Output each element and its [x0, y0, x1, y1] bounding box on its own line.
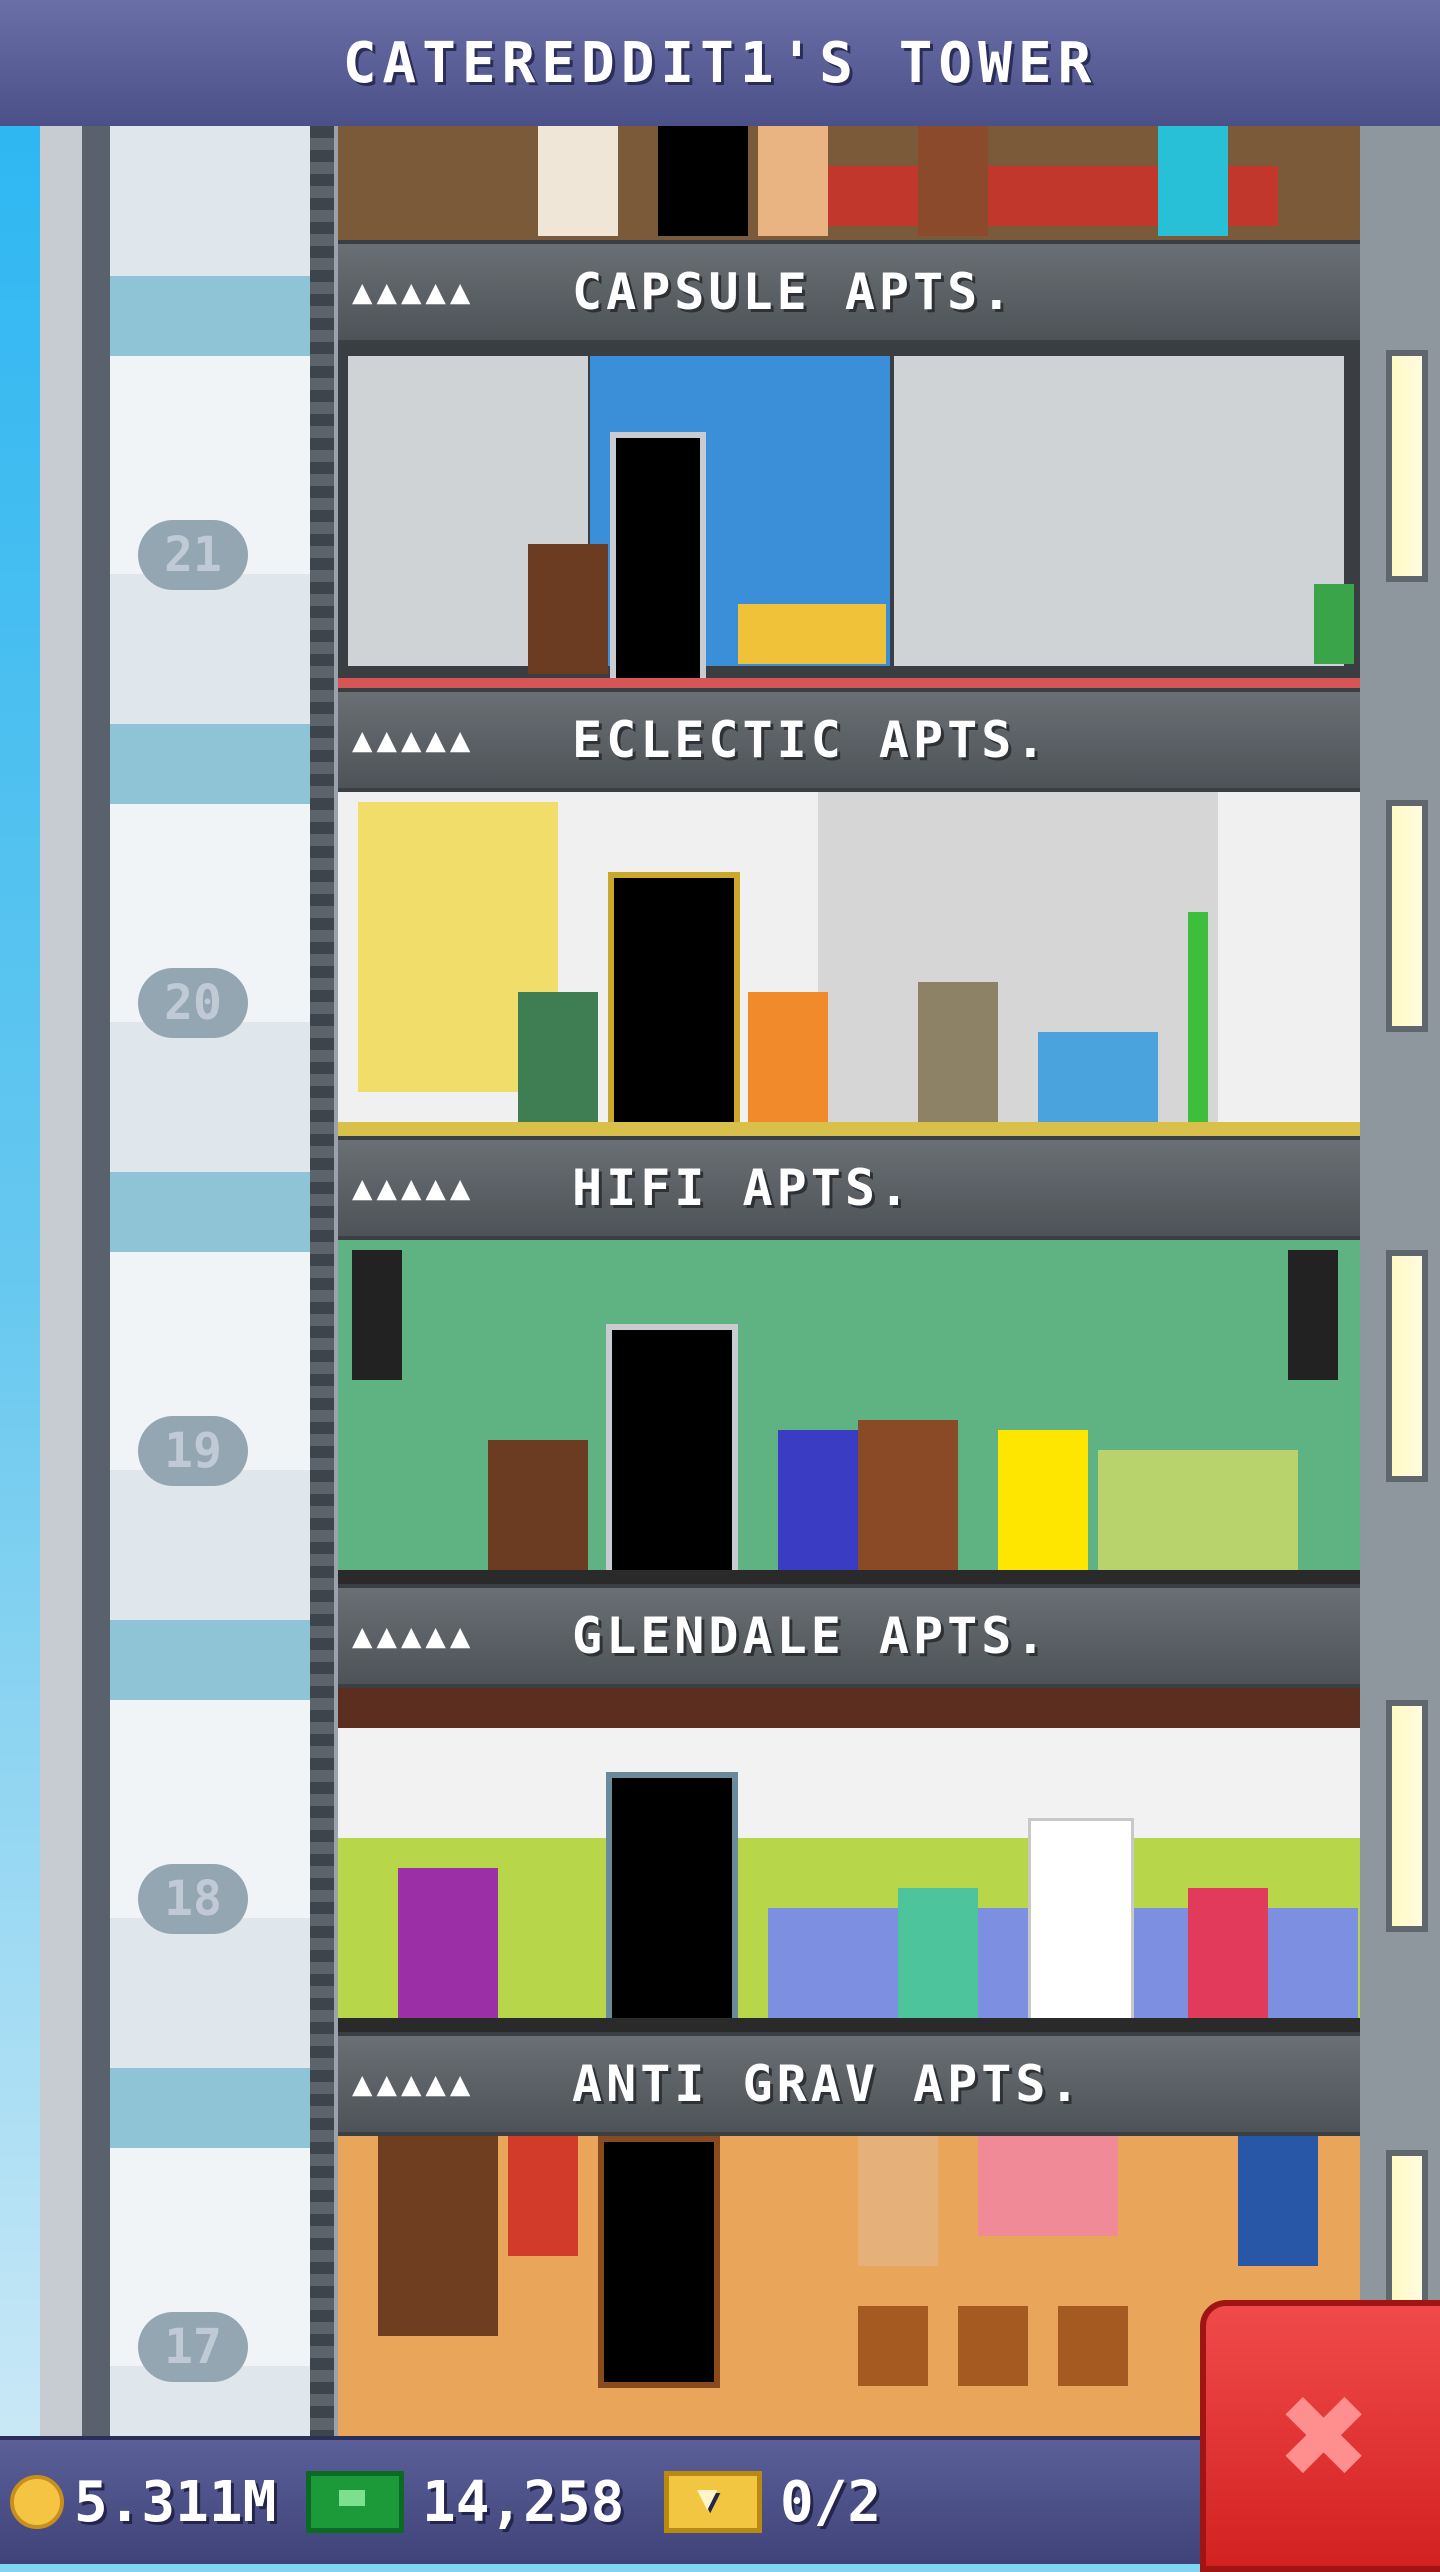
floor-name: HIFI APTS. [572, 1159, 914, 1217]
elevator-rail [310, 126, 334, 2436]
elevator-shaft-column [82, 126, 110, 2436]
floor-label-21[interactable]: ▲▲▲▲▲ CAPSULE APTS. [338, 240, 1360, 344]
picture-frame [858, 2306, 928, 2386]
resident[interactable] [918, 982, 998, 1122]
rating-stars: ▲▲▲▲▲ [352, 1168, 475, 1208]
speaker [352, 1250, 402, 1380]
rating-stars: ▲▲▲▲▲ [352, 720, 475, 760]
resident[interactable] [748, 992, 828, 1122]
close-icon: ✖ [1280, 2349, 1372, 2523]
sofa [1098, 1450, 1298, 1570]
sofa [738, 604, 886, 664]
wall-window [1386, 350, 1428, 582]
elevator-shaft-column [40, 126, 82, 2436]
tower-bux-icon [306, 2471, 404, 2533]
resident[interactable] [918, 126, 988, 236]
coins-value: 5.311M [74, 2469, 277, 2535]
sofa [1038, 1032, 1158, 1122]
resident[interactable] [398, 1868, 498, 2018]
bux-counter[interactable]: 14,258 [306, 2440, 624, 2564]
capsule-bunks [894, 356, 1344, 666]
floor-label-18[interactable]: ▲▲▲▲▲ GLENDALE APTS. [338, 1584, 1360, 1688]
close-button[interactable]: ✖ [1200, 2300, 1440, 2572]
floor-lamp [1188, 912, 1208, 1122]
resident[interactable] [1238, 2136, 1318, 2266]
floor-label-17[interactable]: ▲▲▲▲▲ ANTI GRAV APTS. [338, 2032, 1360, 2136]
resident[interactable] [778, 1430, 858, 1570]
resident[interactable] [518, 992, 598, 1122]
room-door [598, 2136, 720, 2388]
resident[interactable] [538, 126, 618, 236]
picture-frame [958, 2306, 1028, 2386]
resident[interactable] [1158, 126, 1228, 236]
wall-window [1386, 1700, 1428, 1932]
room-partial-top[interactable] [338, 126, 1360, 246]
resident[interactable] [508, 2136, 578, 2256]
refrigerator [1028, 1818, 1134, 2024]
ticket-icon [664, 2471, 762, 2533]
wall-window [1386, 800, 1428, 1032]
floor-number-17: 17 [138, 2312, 248, 2382]
resident[interactable] [488, 1440, 588, 1570]
armchair [978, 2136, 1118, 2236]
wall-window [1386, 1250, 1428, 1482]
floor-number-20: 20 [138, 968, 248, 1038]
resident[interactable] [1188, 1888, 1268, 2018]
room-door [608, 872, 740, 1134]
resident[interactable] [528, 544, 608, 674]
room-door [606, 1772, 738, 2030]
elevator-car-track[interactable] [110, 126, 310, 2436]
room-door [610, 432, 706, 684]
room-hifi-apts[interactable] [338, 1240, 1360, 1592]
tower-title: CATEREDDIT1'S TOWER [0, 0, 1440, 130]
floor-label-19[interactable]: ▲▲▲▲▲ HIFI APTS. [338, 1136, 1360, 1240]
floor-label-20[interactable]: ▲▲▲▲▲ ECLECTIC APTS. [338, 688, 1360, 792]
room-door [658, 126, 748, 236]
rating-stars: ▲▲▲▲▲ [352, 2064, 475, 2104]
floor-number-18: 18 [138, 1864, 248, 1934]
coin-icon [10, 2475, 64, 2529]
floor-name: ECLECTIC APTS. [572, 711, 1050, 769]
room-door [606, 1324, 738, 1582]
curtain [818, 792, 1218, 1122]
resident[interactable] [858, 2136, 938, 2266]
resident[interactable] [898, 1888, 978, 2018]
coins-counter[interactable]: 5.311M [10, 2440, 276, 2564]
bookshelf [858, 1420, 958, 1570]
room-glendale-apts[interactable] [338, 1688, 1360, 2040]
sky-background [0, 126, 40, 2436]
room-capsule-apts[interactable] [338, 344, 1360, 696]
floor-name: GLENDALE APTS. [572, 1607, 1050, 1665]
tickets-value: 0/2 [780, 2469, 882, 2535]
floor-number-21: 21 [138, 520, 248, 590]
ceiling-beam [338, 1688, 1360, 1728]
resident[interactable] [758, 126, 828, 236]
floor-name: CAPSULE APTS. [572, 263, 1016, 321]
plant [1314, 584, 1354, 664]
speaker [1288, 1250, 1338, 1380]
rating-stars: ▲▲▲▲▲ [352, 272, 475, 312]
bux-value: 14,258 [422, 2469, 625, 2535]
floor-name: ANTI GRAV APTS. [572, 2055, 1084, 2113]
room-eclectic-apts[interactable] [338, 792, 1360, 1144]
floor-number-19: 19 [138, 1416, 248, 1486]
rating-stars: ▲▲▲▲▲ [352, 1616, 475, 1656]
tickets-counter[interactable]: 0/2 [664, 2440, 881, 2564]
bookshelf [378, 2136, 498, 2336]
picture-frame [1058, 2306, 1128, 2386]
resident[interactable] [998, 1430, 1088, 1570]
